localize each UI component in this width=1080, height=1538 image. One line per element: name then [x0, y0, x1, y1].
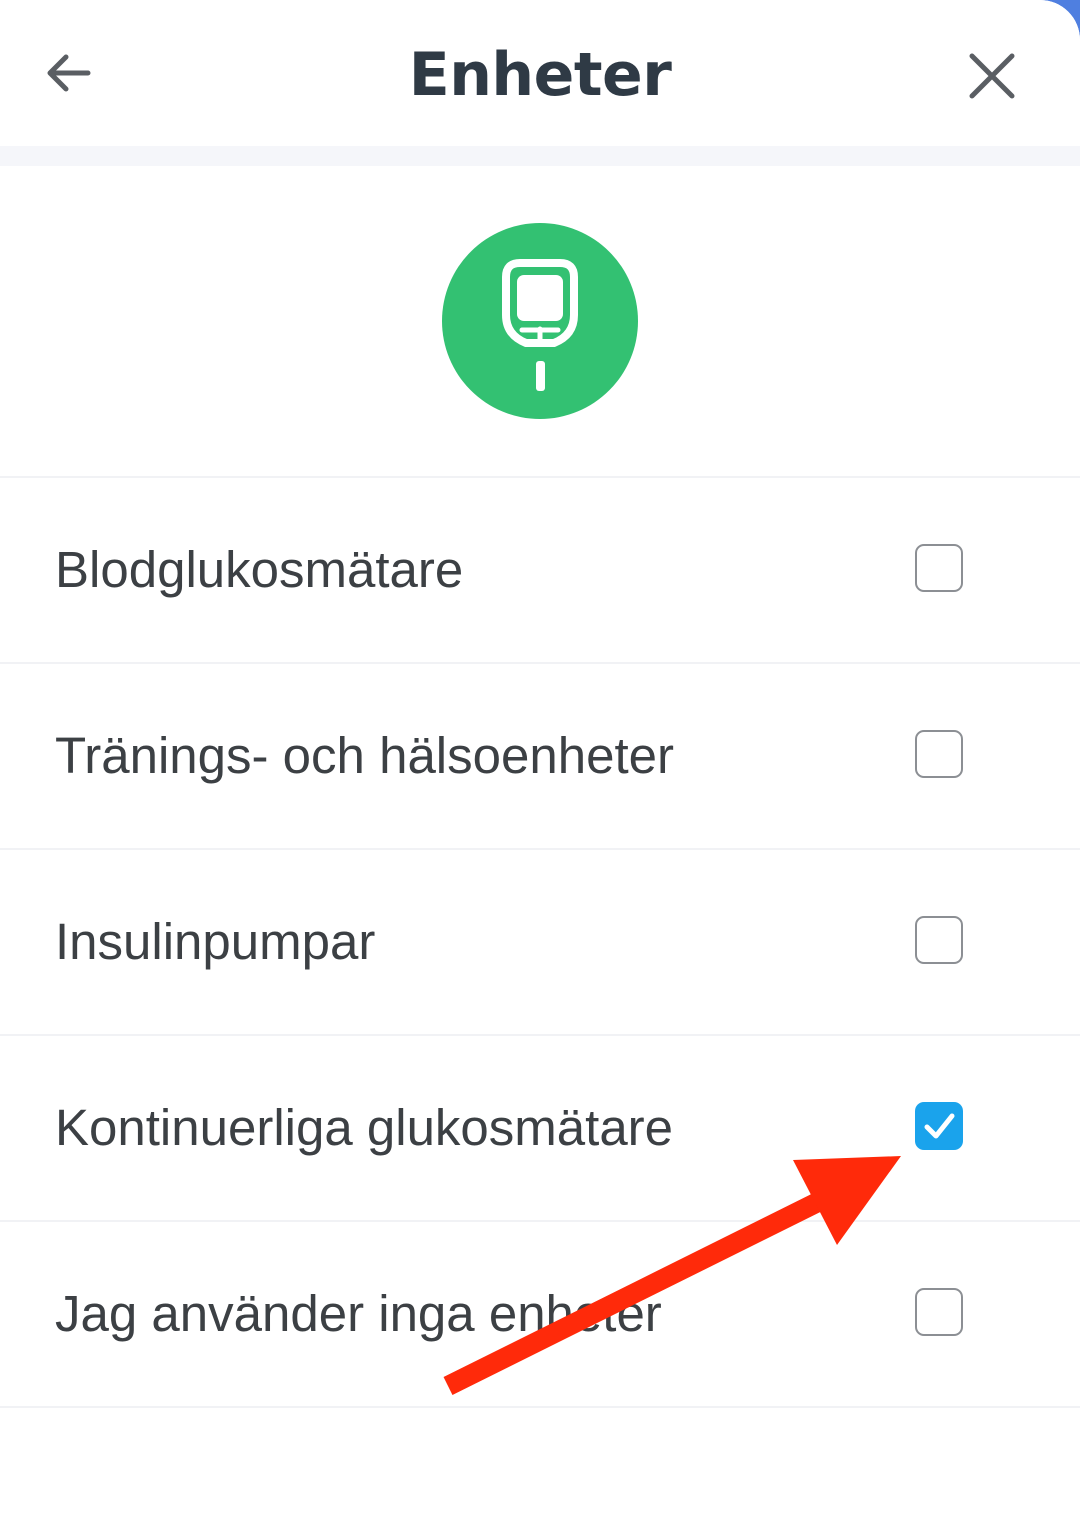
- device-checkbox[interactable]: [915, 1288, 963, 1336]
- devices-sheet: Enheter Blodglukosmätare Tränings- och h…: [0, 0, 1080, 1538]
- device-row-blodglukosmatare[interactable]: Blodglukosmätare: [0, 478, 1080, 664]
- device-list: Blodglukosmätare Tränings- och hälsoenhe…: [0, 478, 1080, 1408]
- checkmark-icon: [924, 1113, 955, 1139]
- device-checkbox[interactable]: [915, 916, 963, 964]
- hero-section: [0, 166, 1080, 478]
- device-checkbox[interactable]: [915, 730, 963, 778]
- page-title: Enheter: [408, 40, 672, 110]
- device-label: Jag använder inga enheter: [55, 1285, 662, 1342]
- glucose-meter-icon: [442, 223, 638, 419]
- device-row-kontinuerliga-glukosmatare[interactable]: Kontinuerliga glukosmätare: [0, 1036, 1080, 1222]
- device-label: Insulinpumpar: [55, 913, 376, 970]
- device-row-tranings-och-halsoenheter[interactable]: Tränings- och hälsoenheter: [0, 664, 1080, 850]
- device-checkbox[interactable]: [915, 544, 963, 592]
- header: Enheter: [0, 0, 1080, 146]
- device-label: Blodglukosmätare: [55, 541, 464, 598]
- header-divider: [0, 146, 1080, 166]
- close-icon: [969, 53, 1015, 99]
- device-row-insulinpumpar[interactable]: Insulinpumpar: [0, 850, 1080, 1036]
- device-label: Tränings- och hälsoenheter: [55, 727, 674, 784]
- close-button[interactable]: [962, 46, 1022, 106]
- device-checkbox-checked[interactable]: [915, 1102, 963, 1150]
- device-label: Kontinuerliga glukosmätare: [55, 1099, 674, 1156]
- screen: Enheter Blodglukosmätare Tränings- och h…: [0, 0, 1080, 1538]
- device-row-inga-enheter[interactable]: Jag använder inga enheter: [0, 1222, 1080, 1408]
